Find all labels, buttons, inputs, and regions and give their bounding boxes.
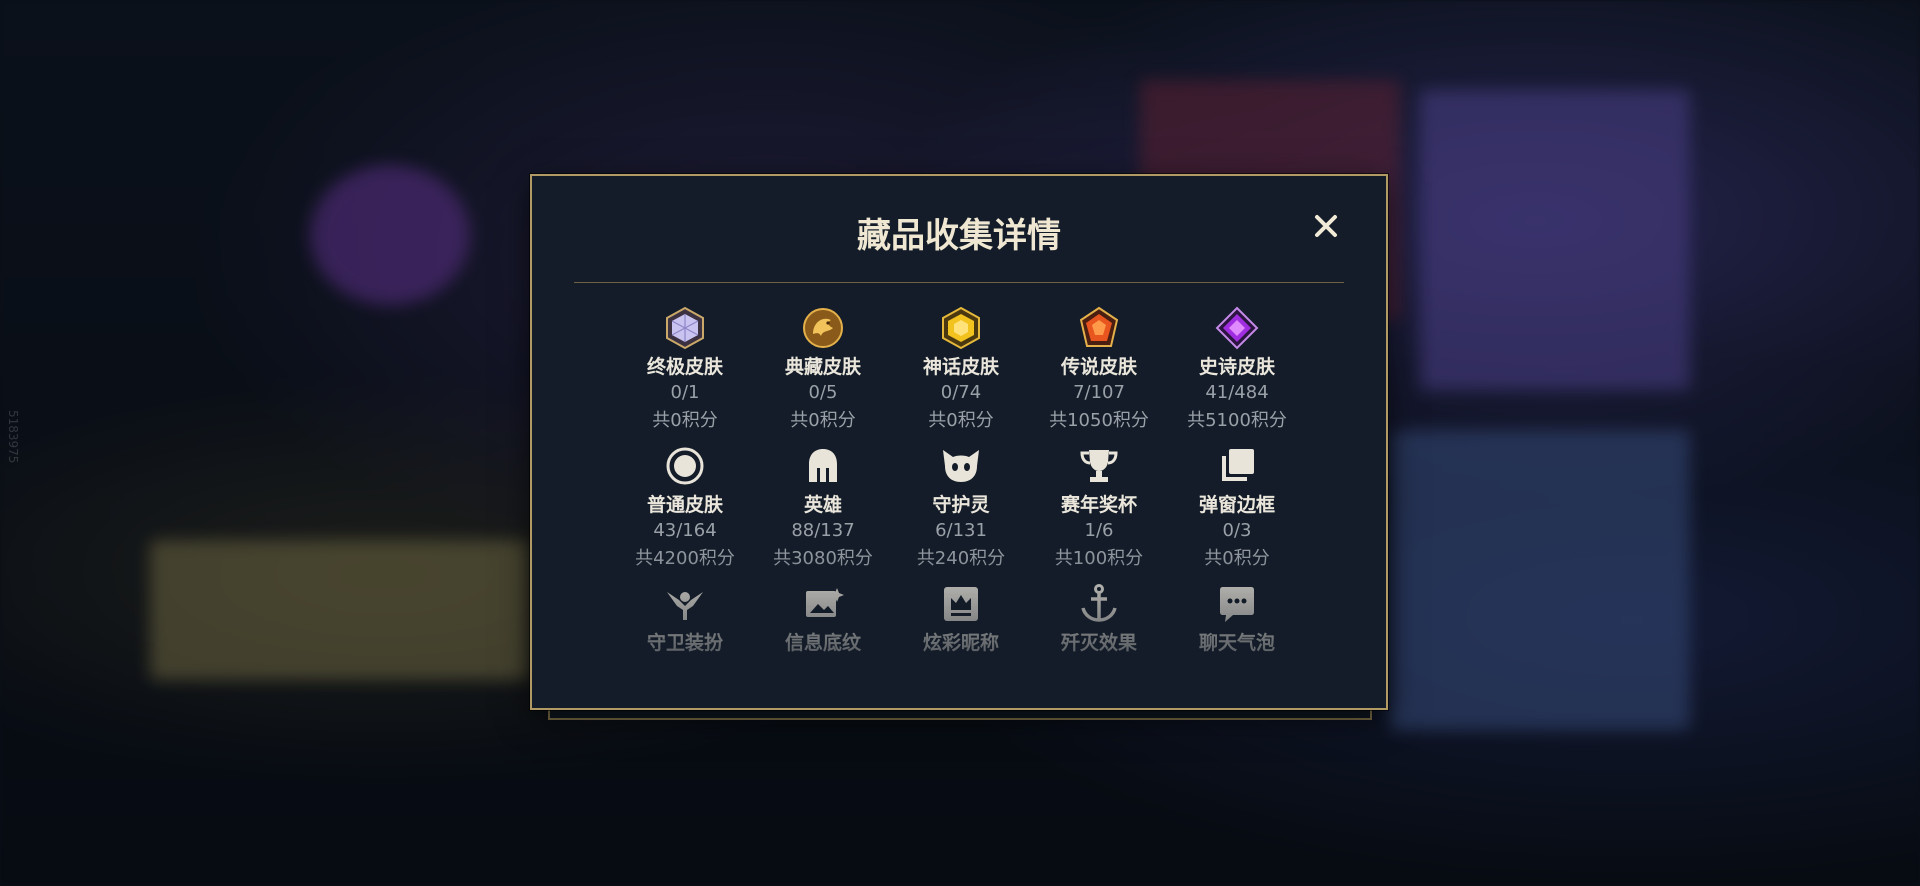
item-points: 共1050积分 bbox=[1049, 410, 1149, 431]
title-divider bbox=[574, 282, 1344, 283]
item-name: 传说皮肤 bbox=[1060, 356, 1137, 378]
collection-item[interactable]: 守卫装扮 bbox=[616, 582, 754, 655]
crown-card-icon bbox=[944, 587, 978, 621]
collection-item[interactable]: 信息底纹 bbox=[754, 582, 892, 655]
collection-item[interactable]: 聊天气泡 bbox=[1168, 582, 1306, 655]
item-points: 共240积分 bbox=[916, 548, 1006, 569]
item-points: 共0积分 bbox=[652, 410, 718, 431]
bg-card bbox=[150, 540, 530, 680]
collection-item[interactable]: 守护灵 6/131 共240积分 bbox=[892, 444, 1030, 570]
item-name: 聊天气泡 bbox=[1198, 632, 1275, 654]
collection-item[interactable]: 神话皮肤 0/74 共0积分 bbox=[892, 306, 1030, 432]
collection-item[interactable]: 歼灭效果 bbox=[1030, 582, 1168, 655]
item-name: 赛年奖杯 bbox=[1060, 494, 1137, 516]
item-count: 0/3 bbox=[1222, 520, 1252, 541]
collection-item[interactable]: 史诗皮肤 41/484 共5100积分 bbox=[1168, 306, 1306, 432]
item-points: 共0积分 bbox=[1204, 548, 1270, 569]
item-count: 0/1 bbox=[670, 382, 700, 403]
anchor-icon bbox=[1081, 584, 1117, 622]
close-icon bbox=[1315, 215, 1337, 237]
collection-row: 终极皮肤 0/1 共0积分 典藏皮肤 0/5 共0积分 神话皮肤 0/74 共0… bbox=[532, 306, 1386, 436]
item-points: 共100积分 bbox=[1054, 548, 1144, 569]
item-count: 0/74 bbox=[940, 382, 982, 403]
collection-item[interactable]: 赛年奖杯 1/6 共100积分 bbox=[1030, 444, 1168, 570]
item-name: 守卫装扮 bbox=[646, 632, 723, 654]
item-name: 史诗皮肤 bbox=[1198, 356, 1275, 378]
frames-icon bbox=[1222, 449, 1254, 481]
item-name: 弹窗边框 bbox=[1198, 494, 1275, 516]
bg-art-2 bbox=[1390, 430, 1690, 730]
item-name: 炫彩昵称 bbox=[922, 632, 999, 654]
bg-avatar bbox=[310, 165, 470, 305]
collection-row: 普通皮肤 43/164 共4200积分 英雄 88/137 共3080积分 守护… bbox=[532, 444, 1386, 574]
item-name: 神话皮肤 bbox=[922, 356, 999, 378]
item-name: 典藏皮肤 bbox=[784, 356, 861, 378]
side-id-text: 5183975 bbox=[6, 410, 20, 464]
collection-item[interactable]: 典藏皮肤 0/5 共0积分 bbox=[754, 306, 892, 432]
helmet-icon bbox=[809, 449, 837, 482]
item-points: 共0积分 bbox=[790, 410, 856, 431]
ultimate-gem-icon bbox=[666, 306, 704, 350]
item-count: 6/131 bbox=[935, 520, 987, 541]
collection-item[interactable]: 普通皮肤 43/164 共4200积分 bbox=[616, 444, 754, 570]
item-points: 共5100积分 bbox=[1187, 410, 1287, 431]
item-name: 守护灵 bbox=[932, 494, 990, 516]
bg-art-1 bbox=[1420, 90, 1690, 390]
item-count: 41/484 bbox=[1205, 382, 1269, 403]
legendary-gem-icon bbox=[1079, 306, 1119, 347]
item-name: 信息底纹 bbox=[784, 632, 861, 654]
item-points: 共3080积分 bbox=[773, 548, 873, 569]
item-count: 0/5 bbox=[808, 382, 838, 403]
collection-row: 守卫装扮 信息底纹 炫彩昵称 歼灭效果 聊天气泡 bbox=[532, 582, 1386, 686]
guardian-face-icon bbox=[943, 450, 979, 482]
collection-details-modal: 藏品收集详情 终极皮肤 0/1 共0积分 典藏皮肤 0/5 共0积分 神话皮肤 … bbox=[530, 174, 1388, 710]
item-name: 英雄 bbox=[803, 494, 842, 516]
modal-title: 藏品收集详情 bbox=[857, 216, 1061, 256]
item-name: 普通皮肤 bbox=[646, 494, 723, 516]
epic-gem-icon bbox=[1215, 306, 1259, 350]
mythic-gem-icon bbox=[942, 306, 980, 350]
item-count: 88/137 bbox=[791, 520, 855, 541]
collection-item[interactable]: 弹窗边框 0/3 共0积分 bbox=[1168, 444, 1306, 570]
ward-icon bbox=[667, 592, 703, 620]
item-name: 歼灭效果 bbox=[1060, 632, 1137, 654]
item-count: 43/164 bbox=[653, 520, 717, 541]
item-points: 共0积分 bbox=[928, 410, 994, 431]
dragon-emblem-icon bbox=[803, 308, 843, 348]
trophy-icon bbox=[1080, 450, 1118, 482]
collection-item[interactable]: 炫彩昵称 bbox=[892, 582, 1030, 655]
item-points: 共4200积分 bbox=[635, 548, 735, 569]
collection-item[interactable]: 终极皮肤 0/1 共0积分 bbox=[616, 306, 754, 432]
close-button[interactable] bbox=[1306, 206, 1346, 246]
collection-grid: 终极皮肤 0/1 共0积分 典藏皮肤 0/5 共0积分 神话皮肤 0/74 共0… bbox=[532, 306, 1386, 686]
item-count: 1/6 bbox=[1084, 520, 1114, 541]
item-name: 终极皮肤 bbox=[646, 356, 723, 378]
collection-item[interactable]: 英雄 88/137 共3080积分 bbox=[754, 444, 892, 570]
banner-image-icon bbox=[806, 588, 844, 617]
standard-circle-icon bbox=[666, 447, 704, 485]
item-count: 7/107 bbox=[1073, 382, 1125, 403]
chat-bubble-icon bbox=[1220, 587, 1254, 622]
collection-item[interactable]: 传说皮肤 7/107 共1050积分 bbox=[1030, 306, 1168, 432]
